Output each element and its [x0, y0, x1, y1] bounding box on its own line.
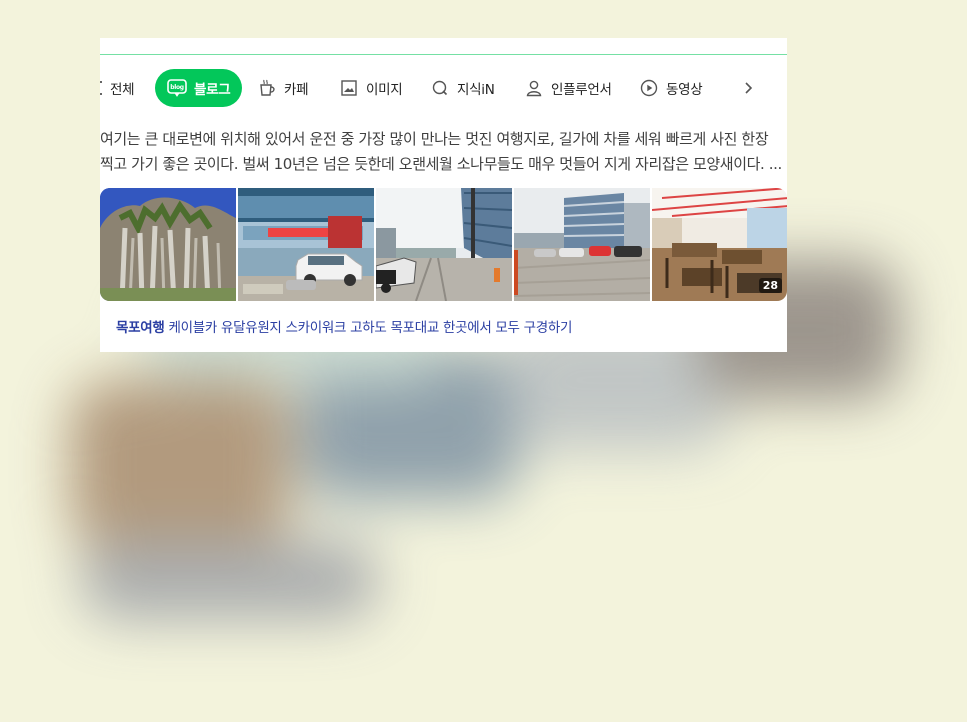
tab-video-label: 동영상: [666, 82, 703, 98]
thumbnail-building-storefront[interactable]: [238, 188, 374, 301]
tab-cafe-label: 카페: [284, 82, 309, 98]
related-text: 케이블카 유달유원지 스카이워크 고하도 목포대교 한곳에서 모두 구경하기: [168, 320, 573, 336]
chevron-right-icon: [745, 82, 753, 94]
post-snippet[interactable]: 여기는 큰 대로변에 위치해 있어서 운전 중 가장 많이 만나는 멋진 여행지…: [100, 127, 787, 177]
image-count-badge: 28: [758, 278, 782, 293]
tab-knowledge[interactable]: 지식iN: [430, 69, 495, 107]
tab-video[interactable]: 동영상: [639, 69, 703, 107]
divider: [100, 54, 787, 55]
tabs-next-button[interactable]: [738, 78, 758, 98]
cafe-icon: [257, 78, 277, 98]
image-icon: [339, 78, 359, 98]
tab-blog-label: 블로그: [194, 82, 231, 98]
tab-blog[interactable]: blog 블로그: [155, 69, 243, 107]
related-link[interactable]: 목포여행 케이블카 유달유원지 스카이워크 고하도 목포대교 한곳에서 모두 구…: [116, 316, 572, 336]
tab-all[interactable]: 전체: [100, 69, 135, 107]
tab-all-label: 전체: [110, 82, 135, 98]
thumbnail-waterfall-rock[interactable]: [100, 188, 236, 301]
tab-influencer-label: 인플루언서: [551, 82, 612, 98]
play-icon: [639, 78, 659, 98]
all-icon: [100, 78, 104, 98]
tab-knowledge-label: 지식iN: [457, 82, 495, 98]
blog-result-card: 전체 blog 블로그 카페 이미지 지식iN 인플루언서 동영상 여기는 큰 …: [100, 38, 787, 352]
blog-icon: blog: [167, 78, 187, 98]
person-icon: [524, 78, 544, 98]
image-strip: 28: [100, 188, 787, 301]
related-keyword: 목포여행: [116, 320, 165, 336]
blog-badge-text: blog: [170, 84, 184, 91]
tab-influencer[interactable]: 인플루언서: [524, 69, 612, 107]
snippet-line-1: 여기는 큰 대로변에 위치해 있어서 운전 중 가장 많이 만나는 멋진 여행지…: [100, 130, 769, 148]
tab-cafe[interactable]: 카페: [257, 69, 309, 107]
knowledge-icon: [430, 78, 450, 98]
tab-image[interactable]: 이미지: [339, 69, 403, 107]
thumbnail-parking-road[interactable]: [376, 188, 512, 301]
search-tabs: 전체 blog 블로그 카페 이미지 지식iN 인플루언서 동영상: [100, 69, 787, 107]
thumbnail-building-parking[interactable]: [514, 188, 650, 301]
snippet-line-2: 찍고 가기 좋은 곳이다. 벌써 10년은 넘은 듯한데 오랜세월 소나무들도 …: [100, 155, 782, 173]
tab-image-label: 이미지: [366, 82, 403, 98]
thumbnail-restaurant-interior[interactable]: 28: [652, 188, 787, 301]
